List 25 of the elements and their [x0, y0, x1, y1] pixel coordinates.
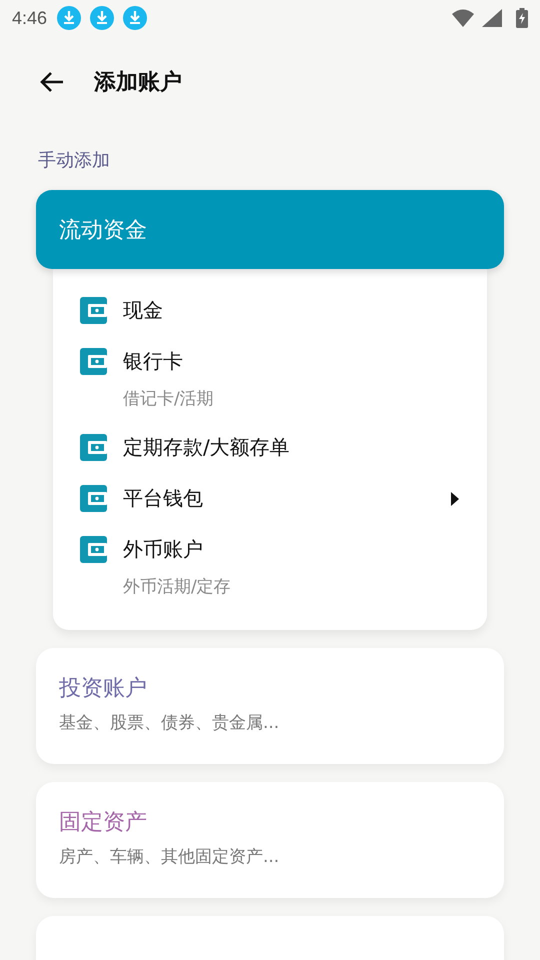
wifi-icon: [452, 9, 474, 27]
category-title: 固定资产: [59, 809, 148, 837]
wallet-icon: [80, 348, 107, 375]
account-type-item[interactable]: 银行卡 借记卡/活期: [53, 336, 487, 422]
category-description: 房产、车辆、其他固定资产...: [59, 846, 280, 868]
account-type-item[interactable]: 平台钱包: [53, 473, 487, 524]
account-type-item[interactable]: 外币账户 外币活期/定存: [53, 524, 487, 610]
account-type-item[interactable]: 定期存款/大额存单: [53, 422, 487, 473]
battery-icon: [516, 8, 528, 28]
category-title: 投资账户: [59, 675, 148, 703]
category-card[interactable]: 固定资产 房产、车辆、其他固定资产...: [36, 782, 504, 898]
download-icon: [123, 6, 148, 30]
category-card[interactable]: 投资账户 基金、股票、债券、贵金属...: [36, 648, 504, 764]
signal-icon: [482, 9, 502, 27]
page-title: 添加账户: [94, 69, 182, 97]
category-description: 基金、股票、债券、贵金属...: [59, 712, 280, 734]
wallet-icon: [80, 485, 107, 512]
download-icon: [57, 6, 82, 30]
account-type-item[interactable]: 现金: [53, 285, 487, 336]
section-label: 手动添加: [38, 150, 110, 171]
wallet-icon: [80, 297, 107, 324]
download-icon: [90, 6, 114, 30]
wallet-icon: [80, 434, 107, 461]
status-time: 4:46: [12, 8, 48, 28]
wallet-icon: [80, 536, 107, 563]
